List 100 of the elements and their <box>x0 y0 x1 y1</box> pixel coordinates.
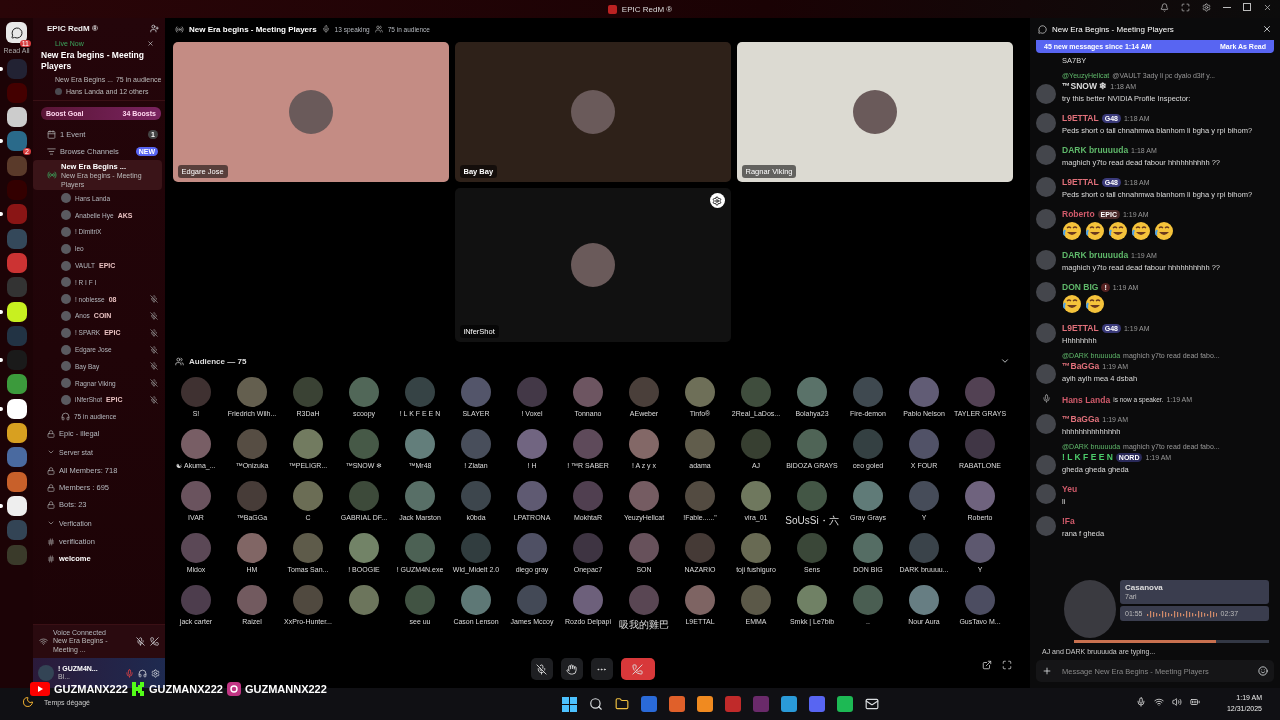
avatar[interactable] <box>573 377 603 407</box>
window-icon[interactable] <box>1181 3 1190 12</box>
server-icon[interactable] <box>6 495 27 516</box>
message-author[interactable]: Yeu <box>1062 484 1078 494</box>
avatar[interactable] <box>797 481 827 511</box>
mic-icon[interactable] <box>1136 697 1146 707</box>
avatar[interactable] <box>965 377 995 407</box>
avatar[interactable] <box>797 429 827 459</box>
avatar[interactable] <box>237 377 267 407</box>
message-author[interactable]: Roberto <box>1062 209 1095 219</box>
raise-hand-button[interactable] <box>560 658 583 680</box>
search-icon[interactable] <box>588 697 603 711</box>
avatar[interactable] <box>741 481 771 511</box>
avatar[interactable] <box>349 533 379 563</box>
avatar[interactable] <box>909 585 939 615</box>
close-icon[interactable] <box>1263 3 1272 12</box>
avatar[interactable] <box>573 481 603 511</box>
avatar[interactable] <box>461 429 491 459</box>
app-icon[interactable] <box>780 696 797 712</box>
server-icon[interactable] <box>6 423 27 444</box>
avatar[interactable] <box>685 429 715 459</box>
server-icon[interactable] <box>6 107 27 128</box>
avatar[interactable] <box>405 481 435 511</box>
avatar[interactable] <box>517 585 547 615</box>
avatar[interactable] <box>797 377 827 407</box>
avatar[interactable] <box>685 481 715 511</box>
more-button[interactable] <box>590 658 613 680</box>
bell-icon[interactable] <box>1160 3 1169 12</box>
avatar[interactable] <box>237 585 267 615</box>
mute-icon[interactable] <box>136 637 145 646</box>
avatar[interactable] <box>237 533 267 563</box>
avatar[interactable] <box>349 377 379 407</box>
server-name[interactable]: EPIC RedM ® <box>47 24 146 33</box>
avatar[interactable] <box>405 585 435 615</box>
avatar[interactable] <box>629 481 659 511</box>
app-icon[interactable] <box>724 696 741 712</box>
avatar[interactable] <box>629 533 659 563</box>
mute-button[interactable] <box>530 658 553 680</box>
avatar[interactable] <box>293 533 323 563</box>
avatar[interactable] <box>853 481 883 511</box>
close-icon[interactable] <box>1262 24 1272 34</box>
avatar[interactable] <box>909 429 939 459</box>
plus-icon[interactable] <box>1042 666 1052 676</box>
avatar[interactable] <box>797 585 827 615</box>
leave-button[interactable] <box>620 658 655 680</box>
avatar[interactable] <box>629 585 659 615</box>
maximize-icon[interactable] <box>1243 3 1251 11</box>
mail-icon[interactable] <box>864 697 879 711</box>
start-icon[interactable] <box>561 696 577 712</box>
disconnect-icon[interactable] <box>150 637 159 646</box>
message-author[interactable]: L9ETTAL <box>1062 113 1099 123</box>
avatar[interactable] <box>405 533 435 563</box>
avatar[interactable] <box>237 429 267 459</box>
app-icon[interactable] <box>696 696 713 712</box>
avatar[interactable] <box>965 533 995 563</box>
settings-icon[interactable] <box>709 193 725 208</box>
avatar[interactable] <box>685 377 715 407</box>
fullscreen-icon[interactable] <box>1002 660 1012 670</box>
avatar[interactable] <box>909 481 939 511</box>
collapse-icon[interactable] <box>1000 356 1010 366</box>
avatar[interactable] <box>293 429 323 459</box>
avatar[interactable] <box>909 377 939 407</box>
popout-icon[interactable] <box>982 660 992 670</box>
avatar[interactable] <box>573 585 603 615</box>
avatar[interactable] <box>853 585 883 615</box>
app-icon[interactable] <box>668 696 685 712</box>
avatar[interactable] <box>517 429 547 459</box>
avatar[interactable] <box>405 429 435 459</box>
home-button[interactable] <box>6 22 27 43</box>
avatar[interactable] <box>461 481 491 511</box>
message-author[interactable]: !Fa <box>1062 516 1075 526</box>
avatar[interactable] <box>741 377 771 407</box>
avatar[interactable] <box>741 533 771 563</box>
message-author[interactable]: DON BIG <box>1062 282 1099 292</box>
avatar[interactable] <box>573 429 603 459</box>
invite-icon[interactable] <box>150 24 159 33</box>
headphones-icon[interactable] <box>138 668 147 678</box>
progress-track[interactable] <box>1074 640 1269 643</box>
avatar[interactable] <box>517 533 547 563</box>
app-icon[interactable] <box>808 696 825 712</box>
volume-icon[interactable] <box>1172 697 1182 707</box>
server-icon[interactable] <box>6 301 27 322</box>
avatar[interactable] <box>853 533 883 563</box>
folder-icon[interactable] <box>614 697 629 711</box>
close-icon[interactable] <box>147 39 154 47</box>
server-icon[interactable] <box>6 398 27 419</box>
app-icon[interactable] <box>640 696 657 712</box>
avatar[interactable] <box>741 585 771 615</box>
avatar[interactable] <box>293 585 323 615</box>
avatar[interactable] <box>181 481 211 511</box>
avatar[interactable] <box>293 481 323 511</box>
message-author[interactable]: DARK bruuuuda <box>1062 145 1129 155</box>
avatar[interactable] <box>517 481 547 511</box>
smile-icon[interactable] <box>1258 666 1268 676</box>
message-author[interactable]: L9ETTAL <box>1062 323 1099 333</box>
avatar[interactable] <box>965 481 995 511</box>
avatar[interactable] <box>685 585 715 615</box>
message-author[interactable]: ! L K F E E N <box>1062 452 1113 462</box>
message-author[interactable]: L9ETTAL <box>1062 177 1099 187</box>
avatar[interactable] <box>461 585 491 615</box>
